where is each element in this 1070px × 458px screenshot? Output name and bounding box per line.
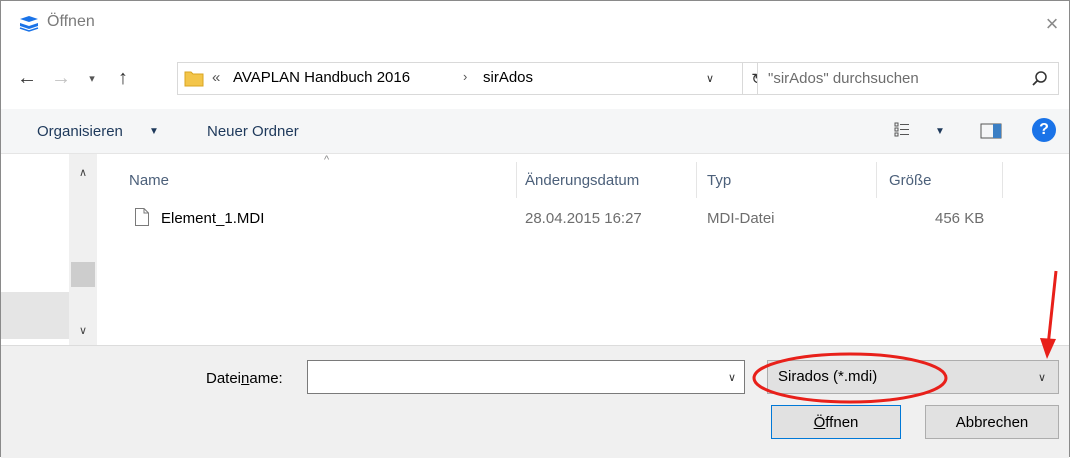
filename-input[interactable]: ∨	[307, 360, 745, 394]
view-dropdown-icon[interactable]: ▼	[935, 126, 945, 137]
file-list: ^ Name Änderungsdatum Typ Größe Element_…	[97, 154, 1069, 345]
breadcrumb-separator-icon[interactable]: ›	[463, 69, 467, 84]
address-bar[interactable]: « AVAPLAN Handbuch 2016 › sirAdos ∨	[177, 62, 743, 95]
window-title: Öffnen	[47, 13, 95, 30]
close-icon[interactable]: ×	[1037, 9, 1067, 39]
organize-dropdown-icon[interactable]: ▼	[149, 126, 159, 137]
up-arrow-icon[interactable]: ↑	[109, 63, 137, 93]
file-size: 456 KB	[935, 210, 985, 227]
filename-label: Dateiname:	[206, 370, 283, 387]
new-folder-button[interactable]: Neuer Ordner	[207, 123, 299, 140]
file-type-selected: Sirados (*.mdi)	[778, 368, 878, 385]
title-bar: Öffnen ×	[1, 1, 1069, 47]
scroll-up-icon[interactable]: ∧	[71, 161, 95, 183]
column-header-size[interactable]: Größe	[877, 162, 1003, 198]
file-type-select[interactable]: Sirados (*.mdi) ∨	[767, 360, 1059, 394]
dialog-footer: Dateiname: ∨ Sirados (*.mdi) ∨ Öffnen Ab…	[1, 345, 1069, 458]
file-type-dropdown-icon[interactable]: ∨	[1034, 367, 1050, 387]
search-placeholder: "sirAdos" durchsuchen	[768, 70, 919, 87]
breadcrumb-overflow-icon[interactable]: «	[212, 69, 220, 86]
open-file-dialog: Öffnen × ← → ▾ ↑ « AVAPLAN Handbuch 2016…	[0, 0, 1070, 458]
open-button-label: ffnen	[825, 413, 859, 431]
back-arrow-icon[interactable]: ←	[13, 64, 41, 92]
file-date: 28.04.2015 16:27	[525, 210, 642, 227]
address-dropdown-icon[interactable]: ∨	[700, 66, 720, 91]
file-name: Element_1.MDI	[161, 210, 265, 227]
file-icon	[135, 208, 149, 226]
folder-icon	[184, 69, 204, 87]
search-icon[interactable]	[1030, 69, 1050, 89]
column-header-label: Änderungsdatum	[525, 171, 640, 189]
preview-pane-icon[interactable]	[980, 123, 1002, 139]
scrollbar-thumb[interactable]	[71, 262, 95, 287]
recent-locations-chevron-icon[interactable]: ▾	[81, 64, 103, 92]
cancel-button[interactable]: Abbrechen	[925, 405, 1059, 439]
breadcrumb-item-sirados[interactable]: sirAdos	[483, 69, 533, 86]
column-header-label: Typ	[707, 171, 732, 189]
open-button-mnemonic: Ö	[813, 413, 826, 431]
open-button[interactable]: Öffnen	[771, 405, 901, 439]
view-options-icon[interactable]	[894, 121, 910, 137]
column-header-type[interactable]: Typ	[697, 162, 877, 198]
app-icon	[19, 15, 39, 33]
scroll-down-icon[interactable]: ∨	[71, 319, 95, 341]
column-header-name[interactable]: Name	[125, 162, 517, 198]
organize-menu-button[interactable]: Organisieren	[37, 123, 123, 140]
help-icon[interactable]: ?	[1032, 118, 1056, 142]
filename-dropdown-icon[interactable]: ∨	[724, 367, 740, 387]
filename-label-part: Datei	[206, 370, 242, 387]
filename-label-part: ame:	[249, 370, 283, 387]
table-row[interactable]: Element_1.MDI 28.04.2015 16:27 MDI-Datei…	[125, 202, 997, 236]
breadcrumb-item-avaplan[interactable]: AVAPLAN Handbuch 2016	[233, 69, 410, 86]
navigation-pane-selected-item[interactable]	[1, 292, 69, 339]
file-type: MDI-Datei	[707, 210, 775, 227]
column-header-date[interactable]: Änderungsdatum	[517, 162, 697, 198]
forward-arrow-icon[interactable]: →	[47, 64, 75, 92]
command-bar: Organisieren ▼ Neuer Ordner ▼ ?	[1, 109, 1069, 154]
column-header-label: Größe	[889, 171, 932, 189]
column-header-label: Name	[129, 171, 170, 189]
search-input[interactable]: "sirAdos" durchsuchen	[757, 62, 1059, 95]
